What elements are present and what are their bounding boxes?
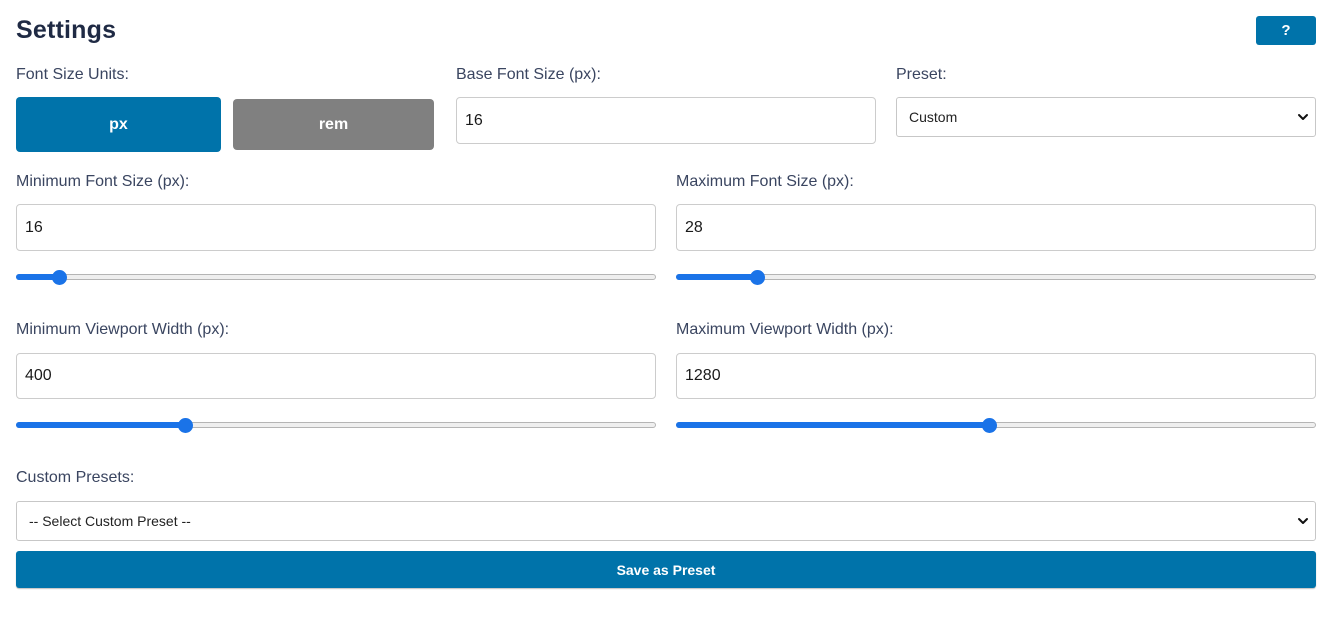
min-viewport-width-slider[interactable] <box>16 418 656 434</box>
custom-preset-select-value: -- Select Custom Preset -- <box>29 513 191 529</box>
slider-thumb[interactable] <box>982 418 997 433</box>
page-title: Settings <box>16 16 117 44</box>
slider-fill <box>676 274 756 280</box>
base-font-size-label: Base Font Size (px): <box>456 66 601 83</box>
help-button[interactable]: ? <box>1256 16 1316 45</box>
slider-thumb[interactable] <box>52 270 67 285</box>
save-as-preset-button[interactable]: Save as Preset <box>16 551 1316 588</box>
slider-fill <box>676 422 988 428</box>
chevron-down-icon <box>1297 111 1309 123</box>
slider-thumb[interactable] <box>178 418 193 433</box>
min-viewport-width-input[interactable]: 400 <box>16 353 656 399</box>
preset-select-value: Custom <box>909 109 958 125</box>
max-viewport-width-slider[interactable] <box>676 418 1316 434</box>
slider-fill <box>16 422 184 428</box>
preset-label: Preset: <box>896 66 947 83</box>
min-font-size-input[interactable]: 16 <box>16 204 656 251</box>
base-font-size-input[interactable]: 16 <box>456 97 876 144</box>
slider-track <box>676 274 1316 280</box>
unit-rem-button[interactable]: rem <box>233 99 434 150</box>
slider-track <box>16 274 656 280</box>
max-font-size-label: Maximum Font Size (px): <box>676 173 854 190</box>
min-viewport-width-label: Minimum Viewport Width (px): <box>16 321 230 338</box>
font-size-units-label: Font Size Units: <box>16 66 129 83</box>
max-viewport-width-input[interactable]: 1280 <box>676 353 1316 399</box>
chevron-down-icon <box>1297 515 1309 527</box>
min-font-size-label: Minimum Font Size (px): <box>16 173 190 190</box>
max-viewport-width-label: Maximum Viewport Width (px): <box>676 321 894 338</box>
max-font-size-slider[interactable] <box>676 270 1316 286</box>
custom-preset-select[interactable]: -- Select Custom Preset -- <box>16 501 1316 541</box>
settings-panel: Settings ? Font Size Units: px rem Base … <box>0 0 1330 617</box>
max-font-size-input[interactable]: 28 <box>676 204 1316 251</box>
min-font-size-slider[interactable] <box>16 270 656 286</box>
custom-presets-label: Custom Presets: <box>16 469 135 486</box>
slider-thumb[interactable] <box>750 270 765 285</box>
preset-select[interactable]: Custom <box>896 97 1316 137</box>
unit-px-button[interactable]: px <box>16 97 221 152</box>
